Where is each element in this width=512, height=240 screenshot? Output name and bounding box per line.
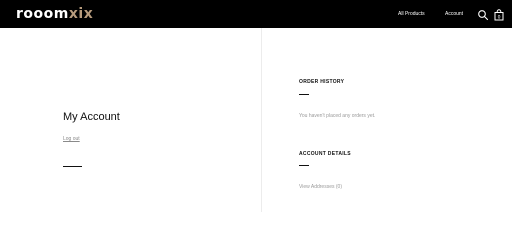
view-addresses-link[interactable]: View Addresses (0) xyxy=(299,184,342,191)
order-history-heading: ORDER HISTORY xyxy=(299,79,345,85)
page-title: My Account xyxy=(63,111,120,123)
logo-text-main: rooom xyxy=(16,6,69,22)
account-details-heading: ACCOUNT DETAILS xyxy=(299,151,351,157)
logo[interactable]: rooomxix xyxy=(16,6,93,22)
order-history-divider xyxy=(299,94,309,95)
nav-all-products[interactable]: All Products xyxy=(398,10,425,18)
column-divider xyxy=(261,28,262,212)
nav-account[interactable]: Account xyxy=(445,10,463,18)
svg-text:0: 0 xyxy=(498,15,501,21)
account-details-divider xyxy=(299,165,309,166)
no-orders-message: You haven't placed any orders yet. xyxy=(299,113,376,119)
title-divider xyxy=(63,166,82,167)
logout-link[interactable]: Log out xyxy=(63,136,80,143)
shopping-bag-icon[interactable]: 0 xyxy=(493,8,505,21)
logo-text-accent: xix xyxy=(68,6,94,22)
top-header: rooomxix All Products Account 0 xyxy=(0,0,512,28)
search-icon[interactable] xyxy=(477,8,489,21)
